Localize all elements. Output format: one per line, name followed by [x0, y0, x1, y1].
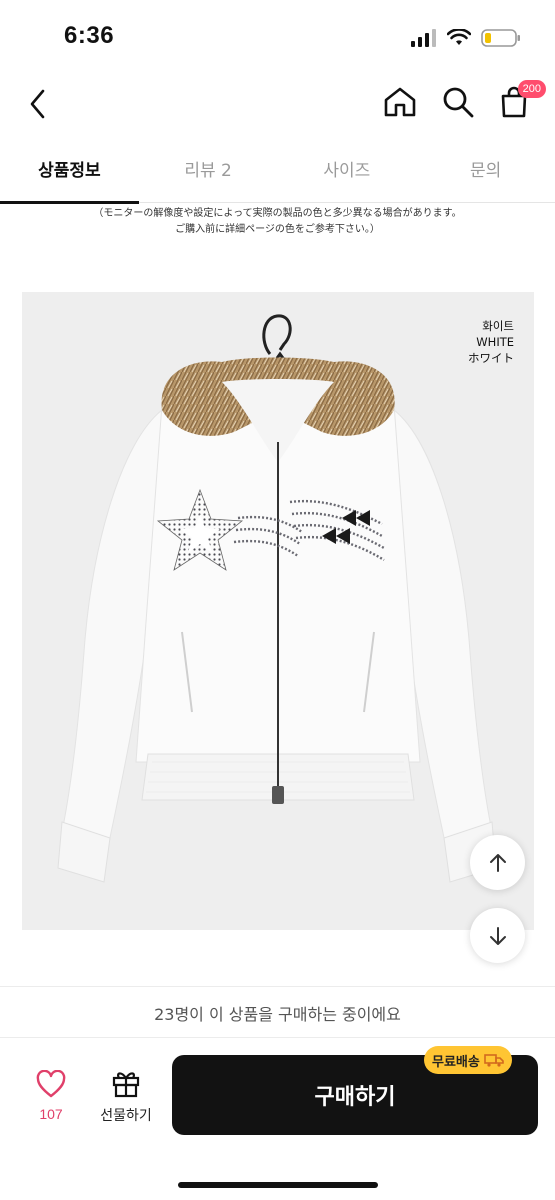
- notice-line-2: ご購入前に詳細ページの色をご参考下さい。）: [175, 224, 380, 235]
- tab-inquiry[interactable]: 문의: [416, 145, 555, 202]
- buyers-count-banner: 23명이 이 상품을 구매하는 중이에요: [0, 988, 555, 1038]
- cart-button[interactable]: 200: [494, 80, 546, 122]
- product-image: WONDER WONDER 화이트 WHITE ホ: [22, 292, 534, 930]
- status-bar: 6:36: [0, 0, 555, 70]
- tab-product-info[interactable]: 상품정보: [0, 145, 139, 204]
- home-button[interactable]: [380, 82, 420, 122]
- heart-icon: [36, 1069, 66, 1098]
- search-button[interactable]: [438, 82, 478, 122]
- jacket-illustration: WONDER WONDER: [57, 314, 497, 883]
- app-header: 200: [0, 70, 555, 140]
- scroll-bottom-button[interactable]: [470, 908, 525, 963]
- truck-icon: [484, 1054, 504, 1067]
- scroll-top-button[interactable]: [470, 835, 525, 890]
- chevron-left-icon: [30, 89, 45, 119]
- gift-button[interactable]: 선물하기: [92, 1068, 160, 1130]
- status-icons: [411, 26, 521, 50]
- like-count: 107: [39, 1106, 63, 1122]
- bottom-purchase-bar: 107 선물하기 구매하기 무료배송: [0, 1040, 555, 1200]
- battery-icon: [481, 29, 520, 47]
- tab-reviews[interactable]: 리뷰 2: [139, 145, 278, 202]
- color-notice: （モニターの解像度や設定によって実際の製品の色と多少異なる場合があります。 ご購…: [0, 206, 555, 238]
- status-time: 6:36: [64, 22, 115, 49]
- color-label: 화이트 WHITE ホワイト: [468, 318, 514, 366]
- home-icon: [384, 87, 416, 117]
- free-shipping-label: 무료배송: [432, 1054, 480, 1070]
- signal-icon: [411, 29, 436, 47]
- color-label-en: WHITE: [476, 335, 514, 349]
- wifi-icon: [447, 29, 471, 45]
- product-tabs: 상품정보 리뷰 2 사이즈 문의: [0, 145, 555, 204]
- search-icon: [443, 87, 474, 118]
- back-button[interactable]: [18, 84, 58, 124]
- arrow-up-icon: [489, 853, 506, 872]
- gift-icon: [112, 1072, 140, 1098]
- divider: [0, 986, 555, 987]
- color-label-jp: ホワイト: [468, 351, 514, 365]
- gift-label: 선물하기: [100, 1108, 152, 1124]
- color-label-ko: 화이트: [482, 319, 514, 333]
- like-button[interactable]: 107: [22, 1069, 80, 1130]
- cart-count-badge: 200: [517, 80, 546, 98]
- notice-line-1: （モニターの解像度や設定によって実際の製品の色と多少異なる場合があります。: [93, 208, 462, 219]
- arrow-down-icon: [489, 926, 506, 945]
- home-indicator: [178, 1182, 378, 1188]
- tab-size[interactable]: 사이즈: [278, 145, 417, 202]
- free-shipping-badge: 무료배송: [424, 1046, 512, 1074]
